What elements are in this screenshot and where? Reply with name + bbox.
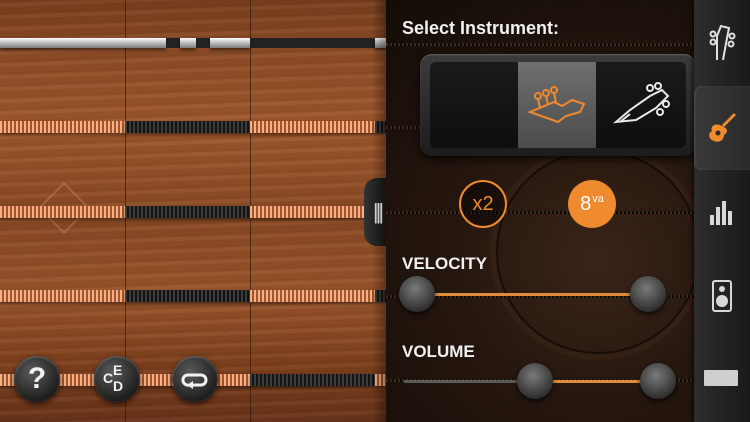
speaker-icon: [712, 280, 732, 312]
acoustic-guitar-headstock-icon: [612, 82, 670, 124]
toolbar-bar-icon[interactable]: [704, 370, 738, 386]
double-button[interactable]: x2: [459, 180, 507, 228]
panel-string: [386, 211, 694, 214]
velocity-min-knob[interactable]: [399, 276, 436, 312]
settings-panel: Select Instrument: x2 8va VELOCITY VOLUM…: [386, 0, 694, 422]
string-3[interactable]: [0, 206, 386, 218]
x2-label: x2: [472, 192, 494, 215]
octave-label: 8va: [580, 192, 604, 215]
chord-notes-button[interactable]: C E D: [94, 356, 140, 402]
volume-label: VOLUME: [402, 342, 475, 361]
volume-max-knob[interactable]: [640, 363, 677, 399]
loop-button[interactable]: [172, 356, 218, 402]
instrument-option-acoustic[interactable]: [596, 62, 686, 148]
velocity-range: [417, 293, 648, 296]
volume-min-knob[interactable]: [517, 363, 553, 399]
velocity-max-knob[interactable]: [629, 276, 666, 312]
tab-bar: [694, 0, 750, 422]
help-button[interactable]: ?: [14, 356, 60, 402]
help-label: ?: [27, 362, 47, 395]
string-4[interactable]: [0, 290, 386, 302]
guitar-instrument-icon: [709, 113, 736, 142]
velocity-label: VELOCITY: [402, 254, 488, 273]
instrument-option-empty[interactable]: [430, 62, 518, 148]
equalizer-bars-icon: [710, 201, 732, 225]
string-1[interactable]: [0, 38, 386, 48]
tab-tuning[interactable]: [694, 0, 750, 84]
note-letter-e: E: [113, 362, 123, 378]
octave-up-button[interactable]: 8va: [568, 180, 616, 228]
note-letter-c: C: [103, 370, 114, 386]
loop-icon: [181, 373, 208, 389]
note-letter-d: D: [113, 378, 124, 394]
panel-string: [386, 43, 694, 46]
tuning-headstock-icon: [709, 24, 736, 61]
electric-guitar-headstock-icon: [527, 86, 586, 124]
tab-speaker[interactable]: [694, 254, 750, 338]
grip-lines-icon: |||: [372, 199, 384, 224]
string-2[interactable]: [0, 121, 386, 133]
select-instrument-title: Select Instrument:: [402, 18, 560, 38]
instrument-selector[interactable]: [420, 54, 694, 156]
instrument-option-electric[interactable]: [518, 62, 596, 148]
tab-instrument[interactable]: [694, 86, 750, 170]
tab-equalizer[interactable]: [694, 170, 750, 254]
